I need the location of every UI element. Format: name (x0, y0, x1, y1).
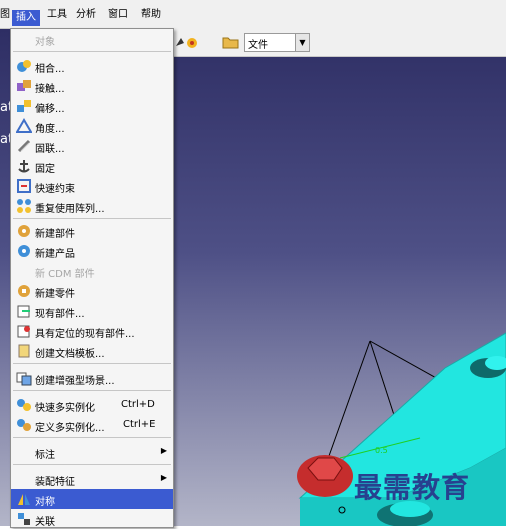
offset-icon (17, 100, 31, 112)
menu-item-symmetry[interactable]: 对称 (11, 489, 173, 509)
fix-together-icon (17, 139, 31, 153)
menu-item-new-part[interactable]: 新建零件 (11, 281, 173, 301)
toolbar-icons[interactable] (174, 34, 200, 50)
coincidence-icon (17, 60, 31, 72)
menu-item-label: 创建文档模板... (35, 349, 105, 360)
menu-item-label: 偏移... (35, 104, 65, 115)
symmetry-icon (18, 494, 30, 505)
menu-item-label: 对称 (35, 497, 55, 508)
menu-help[interactable]: 帮助 (137, 7, 165, 23)
quick-constraint-icon (17, 179, 31, 193)
menu-item-object: 对象 (11, 29, 173, 49)
menu-item-label: 重复使用阵列... (35, 204, 105, 215)
insert-menu: 对象 相合... 接触... 偏移... 角度... 固联... 固定 快速约束… (10, 28, 174, 528)
open-folder-icon[interactable] (222, 34, 240, 50)
menu-item-label: 对象 (35, 37, 55, 48)
menu-item-label: 定义多实例化... (35, 423, 105, 434)
menu-item-label: 固联... (35, 144, 65, 155)
menu-item-label: 具有定位的现有部件... (35, 329, 135, 340)
menu-item-angle[interactable]: 角度... (11, 116, 173, 136)
menu-item-coincidence[interactable]: 相合... (11, 56, 173, 76)
menu-item-label: 快速多实例化 (35, 403, 95, 414)
menu-item-label: 快速约束 (35, 184, 75, 195)
menu-item-shortcut: Ctrl+D (121, 399, 155, 410)
angle-icon (16, 118, 32, 133)
menu-item-label: 新建产品 (35, 249, 75, 260)
existing-component-icon (17, 305, 30, 318)
dimension-annotation: 0.5 (375, 446, 388, 455)
chevron-down-icon[interactable]: ▼ (295, 34, 309, 51)
menu-window[interactable]: 窗口 (104, 7, 132, 23)
menu-item-new-product[interactable]: 新建产品 (11, 241, 173, 261)
anchor-icon (18, 160, 30, 173)
menu-item-quick-constraint[interactable]: 快速约束 (11, 176, 173, 196)
menu-item-label: 标注 (35, 450, 55, 461)
menu-item-enhanced-scene[interactable]: 创建增强型场景... (11, 368, 173, 388)
file-combo-value: 文件 (248, 40, 268, 51)
watermark: 最需教育 (354, 471, 471, 504)
menu-item-label: 相合... (35, 64, 65, 75)
menu-item-label: 装配特征 (35, 477, 75, 488)
associate-icon (18, 513, 30, 525)
menu-item-label: 新 CDM 部件 (35, 269, 95, 280)
menu-item-label: 接触... (35, 84, 65, 95)
menu-item-new-cdm-component: 新 CDM 部件 (11, 261, 173, 281)
menu-item-reuse-pattern[interactable]: 重复使用阵列... (11, 196, 173, 216)
menu-item-new-component[interactable]: 新建部件 (11, 221, 173, 241)
menu-item-fix[interactable]: 固定 (11, 156, 173, 176)
menu-item-define-multi-instantiation[interactable]: 定义多实例化... Ctrl+E (11, 415, 173, 435)
menu-separator (13, 464, 171, 465)
menu-separator (13, 218, 171, 219)
menu-item-label: 固定 (35, 164, 55, 175)
menu-item-fast-multi-instantiation[interactable]: 快速多实例化 Ctrl+D (11, 395, 173, 415)
reuse-pattern-icon (17, 199, 31, 213)
menu-separator (13, 51, 171, 52)
positioned-component-icon (17, 325, 30, 338)
new-product-icon (18, 245, 30, 257)
toolbar (172, 28, 506, 57)
file-combo[interactable]: 文件 ▼ (244, 33, 310, 52)
new-part-icon (18, 285, 30, 297)
menu-insert[interactable]: 插入 (12, 10, 40, 26)
submenu-arrow-icon: ▶ (160, 473, 167, 482)
menu-separator (13, 437, 171, 438)
menu-item-label: 角度... (35, 124, 65, 135)
menu-separator (13, 363, 171, 364)
menu-item-assembly-features[interactable]: 装配特征 ▶ (11, 469, 173, 489)
menu-item-document-template[interactable]: 创建文档模板... (11, 341, 173, 361)
define-multi-instantiation-icon (17, 419, 31, 431)
contact-icon (17, 80, 31, 91)
submenu-arrow-icon: ▶ (160, 446, 167, 455)
menu-separator (13, 390, 171, 391)
fast-multi-instantiation-icon (17, 399, 31, 411)
menu-item-shortcut: Ctrl+E (123, 419, 156, 430)
menu-tools[interactable]: 工具 (43, 7, 71, 23)
menu-item-positioned-component[interactable]: 具有定位的现有部件... (11, 321, 173, 341)
document-template-icon (18, 344, 30, 358)
menu-analysis[interactable]: 分析 (72, 7, 100, 23)
menu-item-associate[interactable]: 关联 (11, 509, 173, 529)
menu-item-offset[interactable]: 偏移... (11, 96, 173, 116)
new-component-icon (18, 225, 30, 237)
menu-item-label: 新建零件 (35, 289, 75, 300)
menu-item-label: 新建部件 (35, 229, 75, 240)
menu-item-fix-together[interactable]: 固联... (11, 136, 173, 156)
menu-item-contact[interactable]: 接触... (11, 76, 173, 96)
menu-bar: 图 插入 工具 分析 窗口 帮助 (0, 0, 506, 29)
menu-item-existing-component[interactable]: 现有部件... (11, 301, 173, 321)
menu-item-annotation[interactable]: 标注 ▶ (11, 442, 173, 462)
menu-item-label: 创建增强型场景... (35, 376, 115, 387)
menu-item-label: 现有部件... (35, 309, 85, 320)
enhanced-scene-icon (16, 372, 32, 386)
